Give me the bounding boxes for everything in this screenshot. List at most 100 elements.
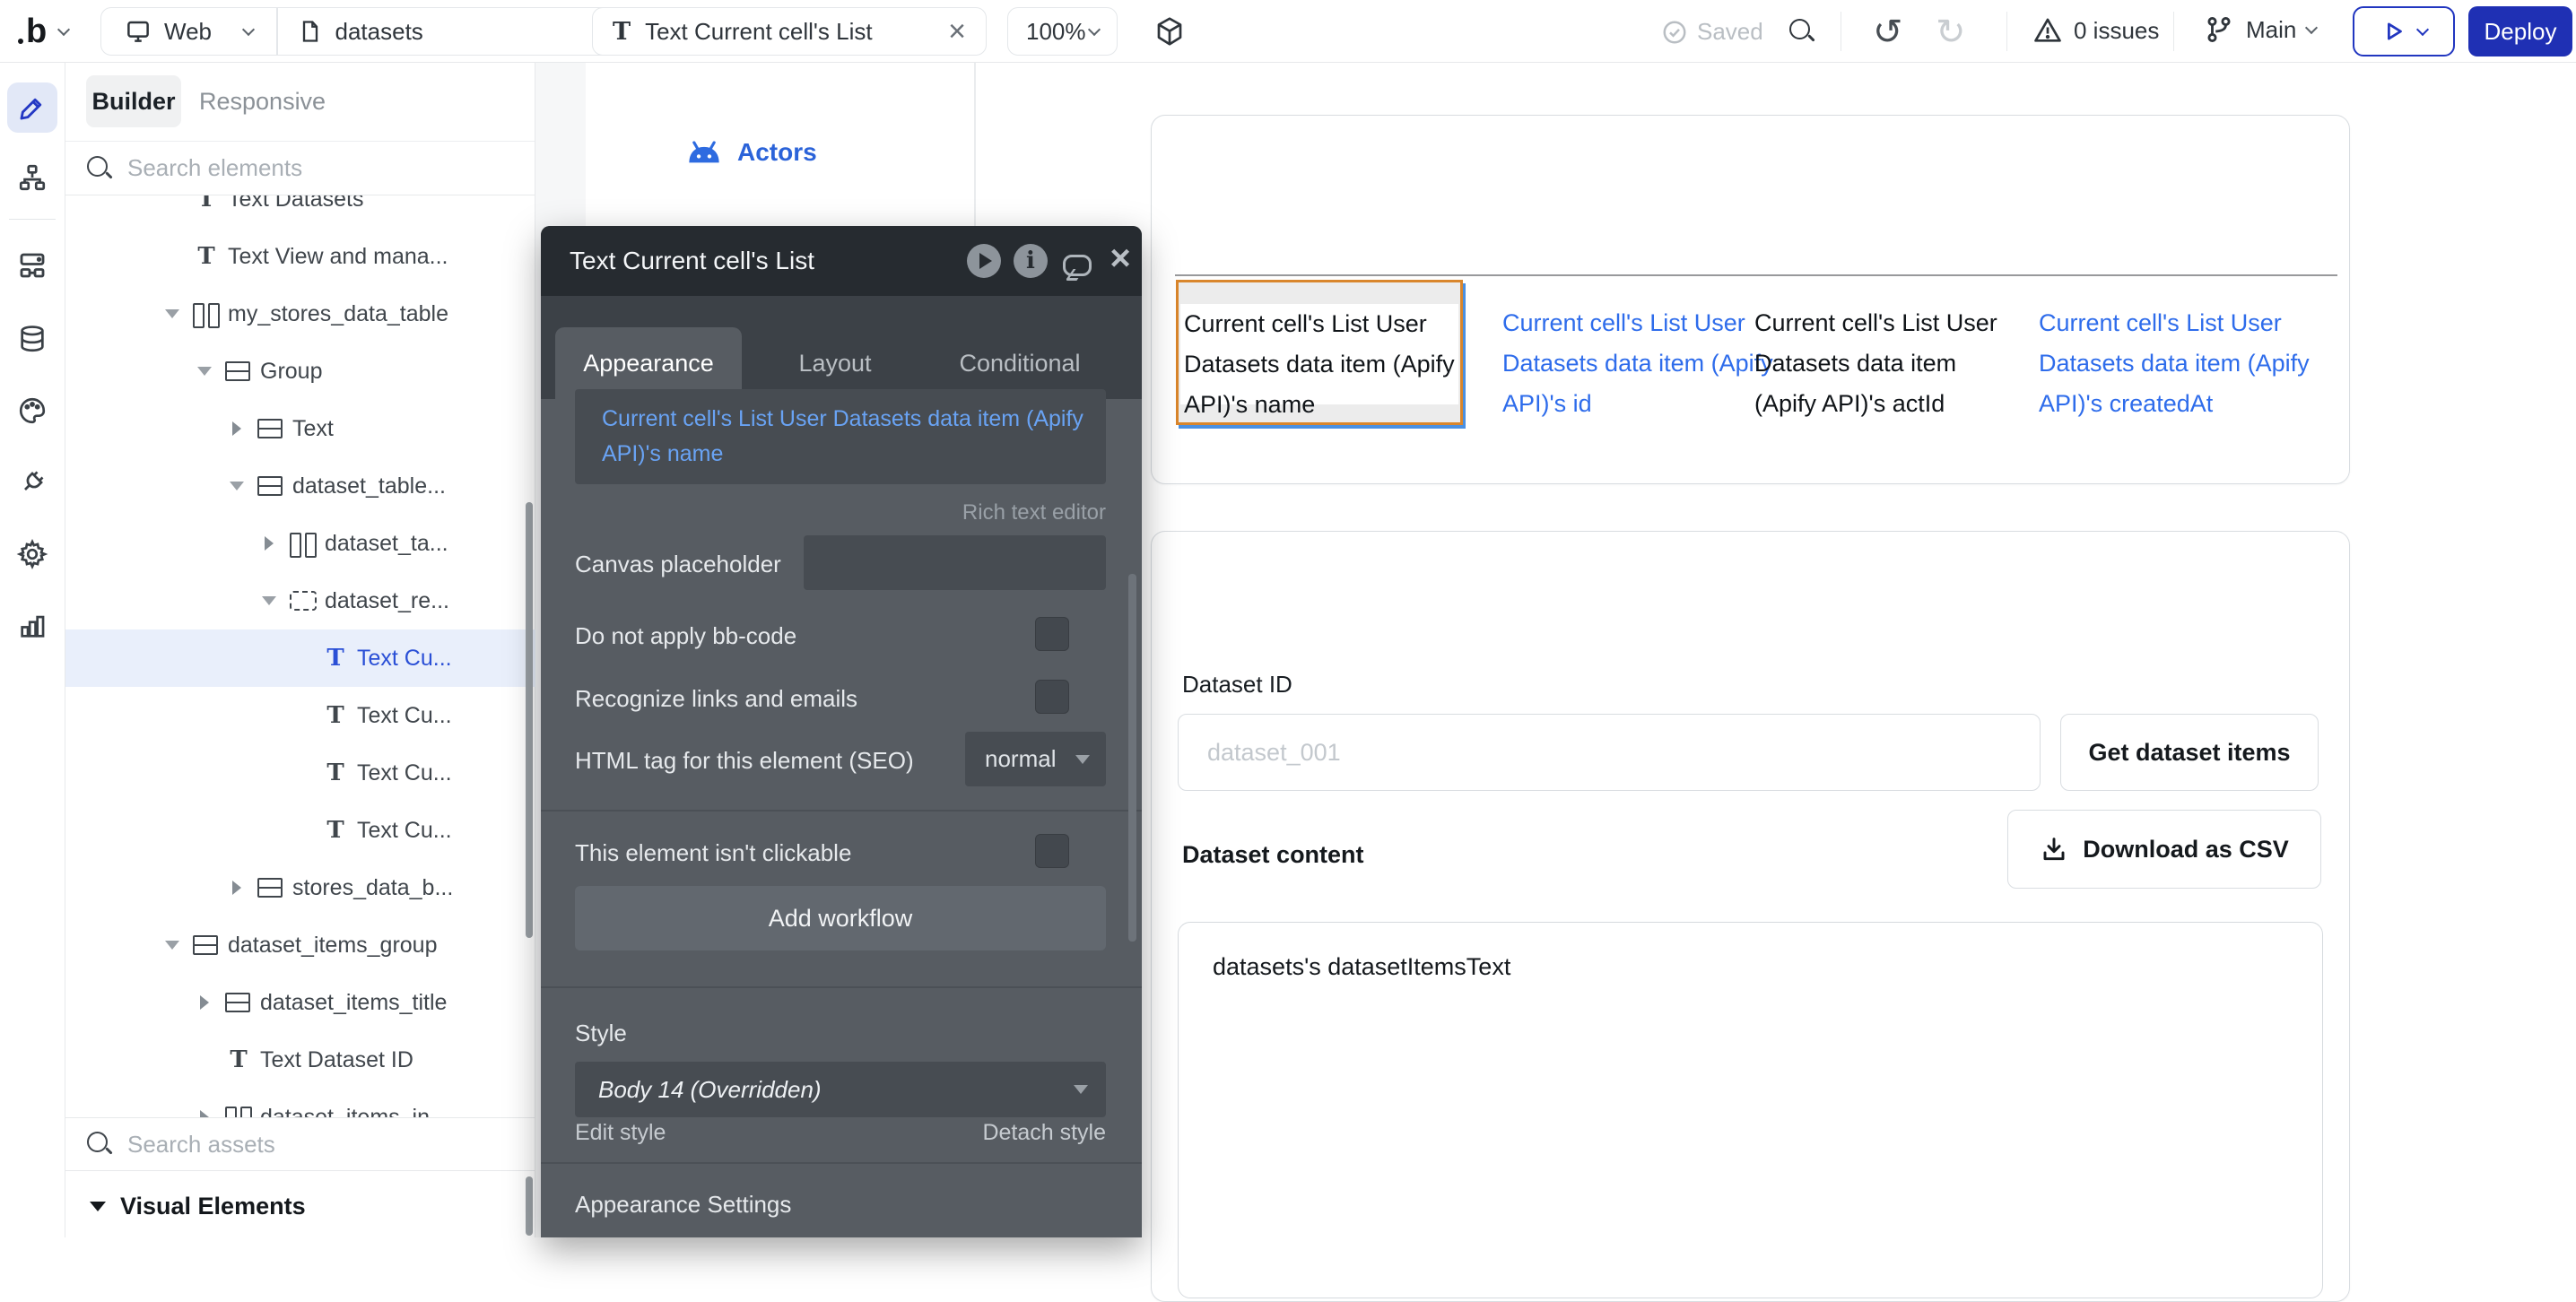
- tree-item[interactable]: dataset_items_group: [65, 916, 535, 974]
- download-icon: [2040, 835, 2068, 864]
- text-element-icon: T: [322, 704, 349, 727]
- element-info-button[interactable]: i: [1013, 243, 1049, 279]
- tree-item[interactable]: dataset_table...: [65, 457, 535, 515]
- chevron-down-icon[interactable]: [224, 482, 249, 490]
- cell-actor-id-expression[interactable]: Current cell's List User Datasets data i…: [1754, 303, 2023, 424]
- close-tab-icon[interactable]: ×: [948, 18, 966, 45]
- chevron-down-icon[interactable]: [257, 596, 282, 605]
- tree-item[interactable]: Text: [65, 400, 535, 457]
- preview-button[interactable]: [2353, 6, 2455, 56]
- edit-style-link[interactable]: Edit style: [575, 1120, 666, 1146]
- tree-item[interactable]: my_stores_data_table: [65, 285, 535, 343]
- builder-panel-tabs: Builder Responsive: [65, 63, 535, 142]
- style-section-label: Style: [575, 1020, 627, 1047]
- add-workflow-button[interactable]: Add workflow: [575, 886, 1106, 950]
- chevron-right-icon[interactable]: [257, 536, 282, 551]
- undo-button[interactable]: ↺: [1873, 12, 1903, 53]
- styles-panel-button[interactable]: [7, 386, 57, 436]
- chevron-down-icon[interactable]: [160, 309, 185, 318]
- selected-text-inner: Current cell's List User Datasets data i…: [1180, 304, 1458, 404]
- tree-item[interactable]: TText Cu...: [65, 802, 535, 859]
- canvas-placeholder-label: Canvas placeholder: [575, 551, 781, 578]
- style-dropdown[interactable]: Body 14 (Overridden): [575, 1062, 1106, 1117]
- components-icon: [16, 249, 48, 282]
- search-button[interactable]: [1788, 18, 1815, 45]
- plugins-panel-button[interactable]: [7, 457, 57, 508]
- components-package-button[interactable]: [1153, 15, 1186, 48]
- chevron-down-icon[interactable]: [160, 941, 185, 950]
- redo-button[interactable]: ↻: [1936, 12, 1966, 53]
- pencil-icon: [17, 92, 48, 123]
- saved-label: Saved: [1697, 18, 1763, 46]
- get-dataset-items-button[interactable]: Get dataset items: [2060, 714, 2319, 791]
- branch-selector[interactable]: Main: [2203, 13, 2316, 46]
- text-element-icon: T: [225, 1048, 252, 1072]
- not-clickable-checkbox[interactable]: [1035, 834, 1069, 868]
- tree-item[interactable]: dataset_items_title: [65, 974, 535, 1031]
- tab-conditional[interactable]: Conditional: [930, 327, 1110, 399]
- tree-item[interactable]: TText View and mana...: [65, 228, 535, 285]
- workflow-mode-button[interactable]: [7, 152, 57, 203]
- text-expression: Current cell's List User Datasets data i…: [602, 406, 1083, 466]
- deploy-button[interactable]: Deploy: [2468, 6, 2572, 56]
- detach-style-link[interactable]: Detach style: [982, 1120, 1106, 1146]
- tree-item-selected[interactable]: TText Cu...: [65, 629, 535, 687]
- settings-panel-button[interactable]: [7, 529, 57, 579]
- tree-item[interactable]: dataset_ta...: [65, 515, 535, 572]
- design-mode-button[interactable]: [7, 82, 57, 133]
- html-tag-dropdown[interactable]: normal: [965, 732, 1106, 786]
- visual-elements-label: Visual Elements: [120, 1193, 306, 1220]
- cell-created-at-expression[interactable]: Current cell's List User Datasets data i…: [2039, 303, 2348, 424]
- app-logo[interactable]: b: [18, 9, 68, 54]
- chevron-right-icon[interactable]: [224, 421, 249, 436]
- tab-responsive[interactable]: Responsive: [199, 75, 326, 127]
- rich-text-editor-link[interactable]: Rich text editor: [962, 500, 1106, 525]
- tab-appearance[interactable]: Appearance: [555, 327, 742, 399]
- text-content-editor[interactable]: Current cell's List User Datasets data i…: [575, 389, 1106, 484]
- cell-id-expression[interactable]: Current cell's List User Datasets data i…: [1502, 303, 1779, 424]
- data-panel-button[interactable]: [7, 314, 57, 364]
- zoom-level: 100%: [1026, 18, 1086, 46]
- tree-item[interactable]: stores_data_b...: [65, 859, 535, 916]
- tree-item[interactable]: TText Cu...: [65, 744, 535, 802]
- issues-indicator[interactable]: 0 issues: [2032, 15, 2159, 46]
- tab-layout[interactable]: Layout: [745, 327, 925, 399]
- chevron-down-icon[interactable]: [192, 367, 217, 376]
- dataset-content-expression[interactable]: datasets's datasetItemsText: [1213, 953, 1510, 981]
- assets-scrollbar[interactable]: [526, 1176, 533, 1236]
- tree-item[interactable]: dataset_re...: [65, 572, 535, 629]
- tree-item[interactable]: Group: [65, 343, 535, 400]
- tree-item[interactable]: TText Datasets: [65, 195, 535, 228]
- panel-scrollbar[interactable]: [1128, 574, 1136, 942]
- zoom-dropdown[interactable]: 100%: [1007, 7, 1118, 56]
- search-elements-input[interactable]: [127, 154, 468, 182]
- tree-scrollbar[interactable]: [526, 502, 533, 938]
- platform-dropdown[interactable]: Web: [101, 18, 276, 46]
- selected-text-element[interactable]: Current cell's List User Datasets data i…: [1176, 280, 1463, 425]
- bb-code-checkbox[interactable]: [1035, 617, 1069, 651]
- open-element-tab[interactable]: T Text Current cell's List ×: [592, 7, 987, 56]
- chevron-right-icon[interactable]: [224, 881, 249, 895]
- tab-title: Text Current cell's List: [645, 18, 873, 46]
- page-nav-actors[interactable]: Actors: [685, 133, 817, 172]
- dataset-content-box: datasets's datasetItemsText: [1178, 922, 2323, 1298]
- play-icon: [2380, 18, 2407, 45]
- canvas-placeholder-input[interactable]: [804, 535, 1106, 590]
- components-panel-button[interactable]: [7, 240, 57, 291]
- dataset-id-input[interactable]: [1178, 714, 2041, 791]
- search-assets-input[interactable]: [127, 1131, 468, 1159]
- visual-elements-section[interactable]: Visual Elements: [65, 1175, 535, 1237]
- property-panel-header[interactable]: Text Current cell's List i ×: [541, 226, 1142, 296]
- comment-button[interactable]: [1059, 247, 1095, 283]
- download-csv-button[interactable]: Download as CSV: [2007, 810, 2321, 889]
- palette-icon: [17, 395, 48, 426]
- tree-item[interactable]: TText Cu...: [65, 687, 535, 744]
- recognize-links-checkbox[interactable]: [1035, 680, 1069, 714]
- logs-panel-button[interactable]: [7, 601, 57, 651]
- tab-builder[interactable]: Builder: [86, 75, 181, 127]
- chevron-right-icon[interactable]: [192, 995, 217, 1010]
- appearance-settings-label[interactable]: Appearance Settings: [575, 1191, 791, 1219]
- close-panel-button[interactable]: ×: [1102, 240, 1138, 276]
- tree-item[interactable]: TText Dataset ID: [65, 1031, 535, 1089]
- run-workflows-button[interactable]: [966, 243, 1002, 279]
